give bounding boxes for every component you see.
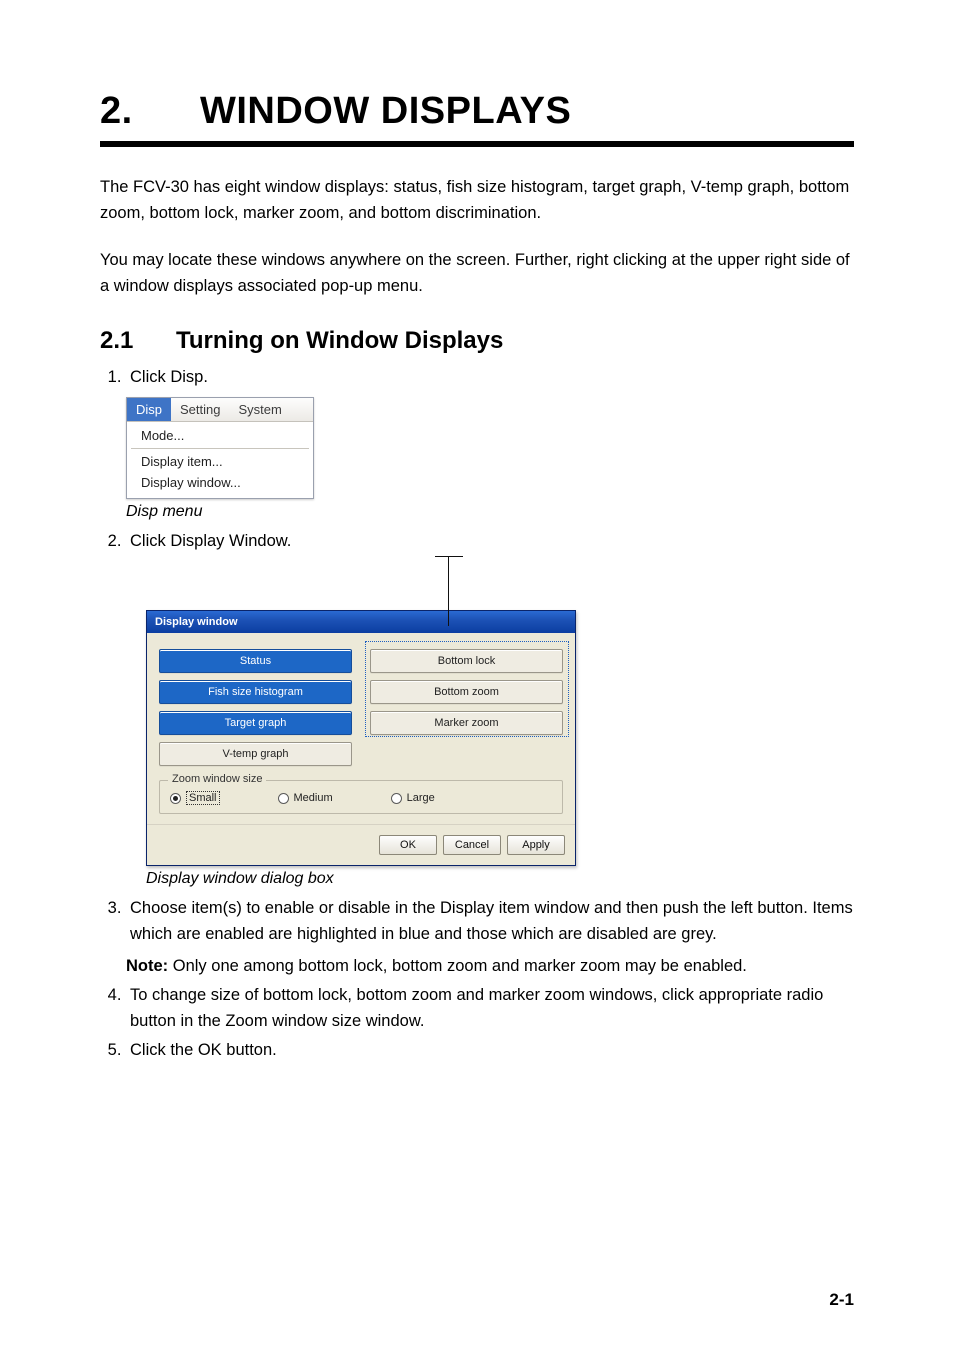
cancel-button[interactable]: Cancel [443,835,501,855]
step-4: To change size of bottom lock, bottom zo… [126,983,854,1034]
display-window-dialog: Display window Status Bottom lock Fish s… [146,610,576,866]
zoom-window-size-group: Zoom window size Small Medium Large [159,780,563,814]
option-bottom-lock[interactable]: Bottom lock [370,649,563,673]
radio-dot-icon [170,793,181,804]
section-number: 2.1 [100,327,176,355]
note-line: Note: Only one among bottom lock, bottom… [126,954,854,980]
chapter-heading: 2.WINDOW DISPLAYS [100,90,854,133]
disp-dropdown: Mode... Display item... Display window..… [127,422,313,498]
zoom-window-size-legend: Zoom window size [168,773,266,785]
radio-small[interactable]: Small [170,791,220,805]
steps-list-3: Choose item(s) to enable or disable in t… [100,896,854,947]
dialog-titlebar: Display window [147,611,575,633]
radio-medium-label: Medium [294,792,333,804]
radio-dot-icon [391,793,402,804]
callout-tick [435,556,463,557]
disp-menu: Disp Setting System Mode... Display item… [126,397,314,499]
radio-medium[interactable]: Medium [278,792,333,804]
callout-line [448,556,449,626]
dialog-client: Status Bottom lock Fish size histogram B… [147,633,575,824]
menu-item-display-window[interactable]: Display window... [127,472,313,493]
menu-item-display-item[interactable]: Display item... [127,451,313,472]
display-options-grid: Status Bottom lock Fish size histogram B… [159,649,563,766]
heading-rule [100,141,854,147]
intro-paragraph-1: The FCV-30 has eight window displays: st… [100,175,854,226]
option-marker-zoom[interactable]: Marker zoom [370,711,563,735]
menubar-item-system[interactable]: System [230,398,291,421]
step-5: Click the OK button. [126,1038,854,1064]
note-text: Only one among bottom lock, bottom zoom … [168,957,747,975]
menu-item-mode[interactable]: Mode... [127,425,313,446]
step-2: Click Display Window. [126,529,854,555]
step-3: Choose item(s) to enable or disable in t… [126,896,854,947]
apply-button[interactable]: Apply [507,835,565,855]
disp-menu-figure: Disp Setting System Mode... Display item… [126,397,854,499]
intro-paragraph-2: You may locate these windows anywhere on… [100,248,854,299]
ok-button[interactable]: OK [379,835,437,855]
option-bottom-zoom[interactable]: Bottom zoom [370,680,563,704]
radio-large-label: Large [407,792,435,804]
chapter-title: WINDOW DISPLAYS [200,90,571,132]
display-window-caption: Display window dialog box [146,870,854,888]
step-1: Click Disp. [126,365,854,391]
radio-large[interactable]: Large [391,792,435,804]
note-label: Note: [126,957,168,975]
steps-list-2: Click Display Window. [100,529,854,555]
section-heading: 2.1Turning on Window Displays [100,327,854,355]
zoom-size-radios: Small Medium Large [170,791,552,805]
menubar: Disp Setting System [127,398,313,422]
chapter-number: 2. [100,90,200,133]
menu-separator [131,448,309,449]
steps-list: Click Disp. [100,365,854,391]
option-fish-size-histogram[interactable]: Fish size histogram [159,680,352,704]
display-window-figure: Display window Status Bottom lock Fish s… [146,568,854,866]
radio-dot-icon [278,793,289,804]
dialog-button-row: OK Cancel Apply [147,824,575,865]
menubar-item-setting[interactable]: Setting [171,398,229,421]
option-status[interactable]: Status [159,649,352,673]
disp-menu-caption: Disp menu [126,503,854,521]
section-title: Turning on Window Displays [176,327,503,354]
page-number: 2-1 [829,1290,854,1310]
option-v-temp-graph[interactable]: V-temp graph [159,742,352,766]
menubar-item-disp[interactable]: Disp [127,398,171,421]
radio-small-label: Small [186,791,220,805]
option-target-graph[interactable]: Target graph [159,711,352,735]
steps-list-4: To change size of bottom lock, bottom zo… [100,983,854,1064]
